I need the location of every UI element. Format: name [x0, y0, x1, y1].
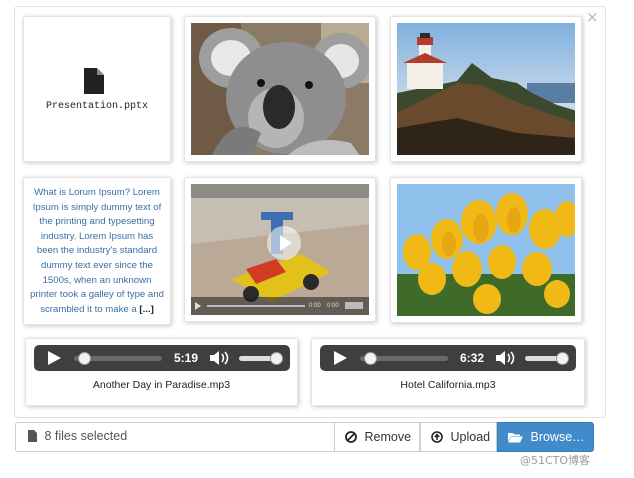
file-icon [84, 68, 104, 94]
file-icon [28, 430, 37, 442]
remove-button[interactable]: Remove [334, 422, 420, 452]
file-thumbnail[interactable]: Presentation.pptx [23, 16, 171, 162]
audio-thumbnail[interactable]: 6:32 Hotel California.mp3 [311, 338, 585, 406]
ban-icon [345, 431, 357, 443]
audio-player: 6:32 [320, 345, 576, 371]
video-small-play-icon[interactable] [195, 302, 201, 310]
video-thumbnail[interactable]: 0:00 0:00 [184, 177, 376, 322]
video-duration: 0:00 [327, 303, 339, 309]
text-preview-body: What is Lorum Ipsum? Lorem Ipsum is simp… [30, 187, 164, 315]
audio-time: 6:32 [460, 351, 485, 365]
audio-progress-handle[interactable] [364, 352, 377, 365]
play-icon[interactable] [48, 351, 61, 365]
file-caption-text: 8 files selected [44, 429, 128, 443]
file-input-group: 8 files selected Remove Upload Browse… [15, 422, 594, 452]
audio-file-name: Another Day in Paradise.mp3 [92, 379, 231, 391]
volume-icon[interactable] [495, 350, 517, 366]
browse-button[interactable]: Browse… [497, 422, 594, 452]
audio-progress-handle[interactable] [78, 352, 91, 365]
upload-button[interactable]: Upload [420, 422, 497, 452]
audio-time: 5:19 [174, 351, 199, 365]
image-thumbnail-tulips[interactable] [390, 177, 582, 323]
upload-icon [431, 431, 443, 443]
video-current-time: 0:00 [309, 303, 321, 309]
koala-photo [191, 23, 369, 155]
remove-label: Remove [364, 430, 412, 444]
volume-handle[interactable] [556, 352, 569, 365]
volume-icon[interactable] [209, 350, 231, 366]
video-play-icon[interactable] [267, 226, 301, 260]
video-volume-icon[interactable] [345, 302, 363, 309]
video-controls: 0:00 0:00 [191, 297, 369, 315]
volume-handle[interactable] [270, 352, 283, 365]
text-preview: What is Lorum Ipsum? Lorem Ipsum is simp… [30, 186, 164, 318]
folder-open-icon [508, 433, 523, 443]
image-thumbnail-koala[interactable] [184, 16, 376, 162]
audio-file-name: Hotel California.mp3 [400, 379, 496, 391]
audio-player: 5:19 [34, 345, 290, 371]
tulips-photo [397, 184, 575, 316]
read-more-link[interactable]: [...] [139, 304, 153, 315]
file-name: Presentation.pptx [45, 101, 149, 112]
text-thumbnail[interactable]: What is Lorum Ipsum? Lorem Ipsum is simp… [23, 177, 171, 325]
video-progress-track[interactable] [207, 305, 305, 307]
watermark: @51CTO博客 [520, 454, 591, 467]
file-caption[interactable]: 8 files selected [16, 423, 335, 451]
play-icon[interactable] [334, 351, 347, 365]
image-thumbnail-lighthouse[interactable] [390, 16, 582, 162]
browse-label: Browse… [530, 430, 585, 444]
lighthouse-photo [397, 23, 575, 155]
audio-thumbnail[interactable]: 5:19 Another Day in Paradise.mp3 [25, 338, 298, 406]
close-icon[interactable]: × [586, 10, 599, 25]
upload-label: Upload [450, 430, 491, 444]
